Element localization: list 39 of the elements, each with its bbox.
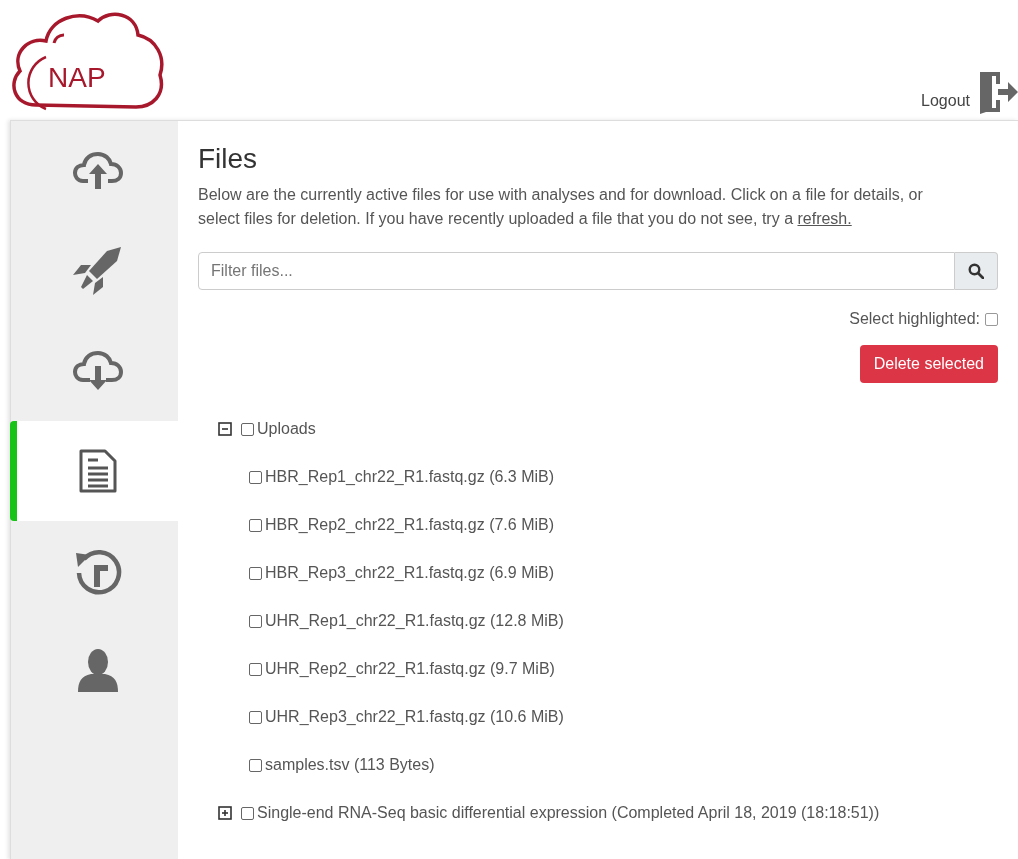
file-name[interactable]: UHR_Rep1_chr22_R1.fastq.gz (12.8 MiB) — [265, 612, 564, 630]
expand-toggle-icon[interactable] — [218, 806, 232, 820]
filter-field[interactable]: Filter files... — [198, 252, 955, 290]
checkbox[interactable] — [249, 758, 262, 772]
checkbox[interactable] — [985, 312, 998, 326]
history-icon — [73, 547, 122, 595]
refresh-link[interactable]: refresh. — [797, 210, 852, 227]
checkbox[interactable] — [249, 470, 262, 484]
file-name[interactable]: UHR_Rep2_chr22_R1.fastq.gz (9.7 MiB) — [265, 660, 555, 678]
door-exit-icon[interactable] — [978, 70, 1018, 114]
rocket-icon — [72, 245, 123, 297]
file-name[interactable]: HBR_Rep1_chr22_R1.fastq.gz (6.3 MiB) — [265, 468, 555, 486]
cloud-download-icon — [71, 350, 124, 392]
tree-node-label[interactable]: Single-end RNA-Seq basic differential expression (Completed April 18, 2019 (18:18:51)) — [257, 804, 880, 822]
checkbox[interactable] — [241, 806, 254, 820]
user-icon — [76, 648, 119, 694]
search-icon — [968, 263, 984, 279]
file-name[interactable]: HBR_Rep3_chr22_R1.fastq.gz (6.9 MiB) — [265, 564, 555, 582]
checkbox[interactable] — [249, 566, 262, 580]
checkbox[interactable] — [241, 422, 254, 436]
file-name[interactable]: HBR_Rep2_chr22_R1.fastq.gz (7.6 MiB) — [265, 516, 555, 534]
expand-toggle-icon[interactable] — [218, 422, 232, 436]
checkbox[interactable] — [249, 710, 262, 724]
logo-text: NAP — [48, 62, 106, 93]
search-button[interactable] — [955, 252, 998, 290]
cloud-upload-icon — [71, 151, 124, 191]
file-name[interactable]: UHR_Rep3_chr22_R1.fastq.gz (10.6 MiB) — [265, 708, 564, 726]
checkbox[interactable] — [249, 614, 262, 628]
page-title: Files — [198, 143, 259, 175]
file-name[interactable]: samples.tsv (113 Bytes) — [265, 756, 435, 774]
checkbox[interactable] — [249, 662, 262, 676]
checkbox[interactable] — [249, 518, 262, 532]
select-highlighted-label: Select highlighted: — [849, 310, 980, 328]
logout-link[interactable]: Logout — [921, 92, 970, 110]
intro-text: Below are the currently active files for use with analyses and for download. Click on a file for details, or select files for deletion. If you have recently uploaded a file that you do not see, try a refresh. — [198, 185, 924, 229]
document-icon — [77, 448, 118, 494]
delete-selected-button[interactable]: Delete selected — [859, 345, 998, 383]
tree-node-label[interactable]: Uploads — [257, 420, 316, 438]
sidebar-item[interactable] — [10, 421, 178, 521]
